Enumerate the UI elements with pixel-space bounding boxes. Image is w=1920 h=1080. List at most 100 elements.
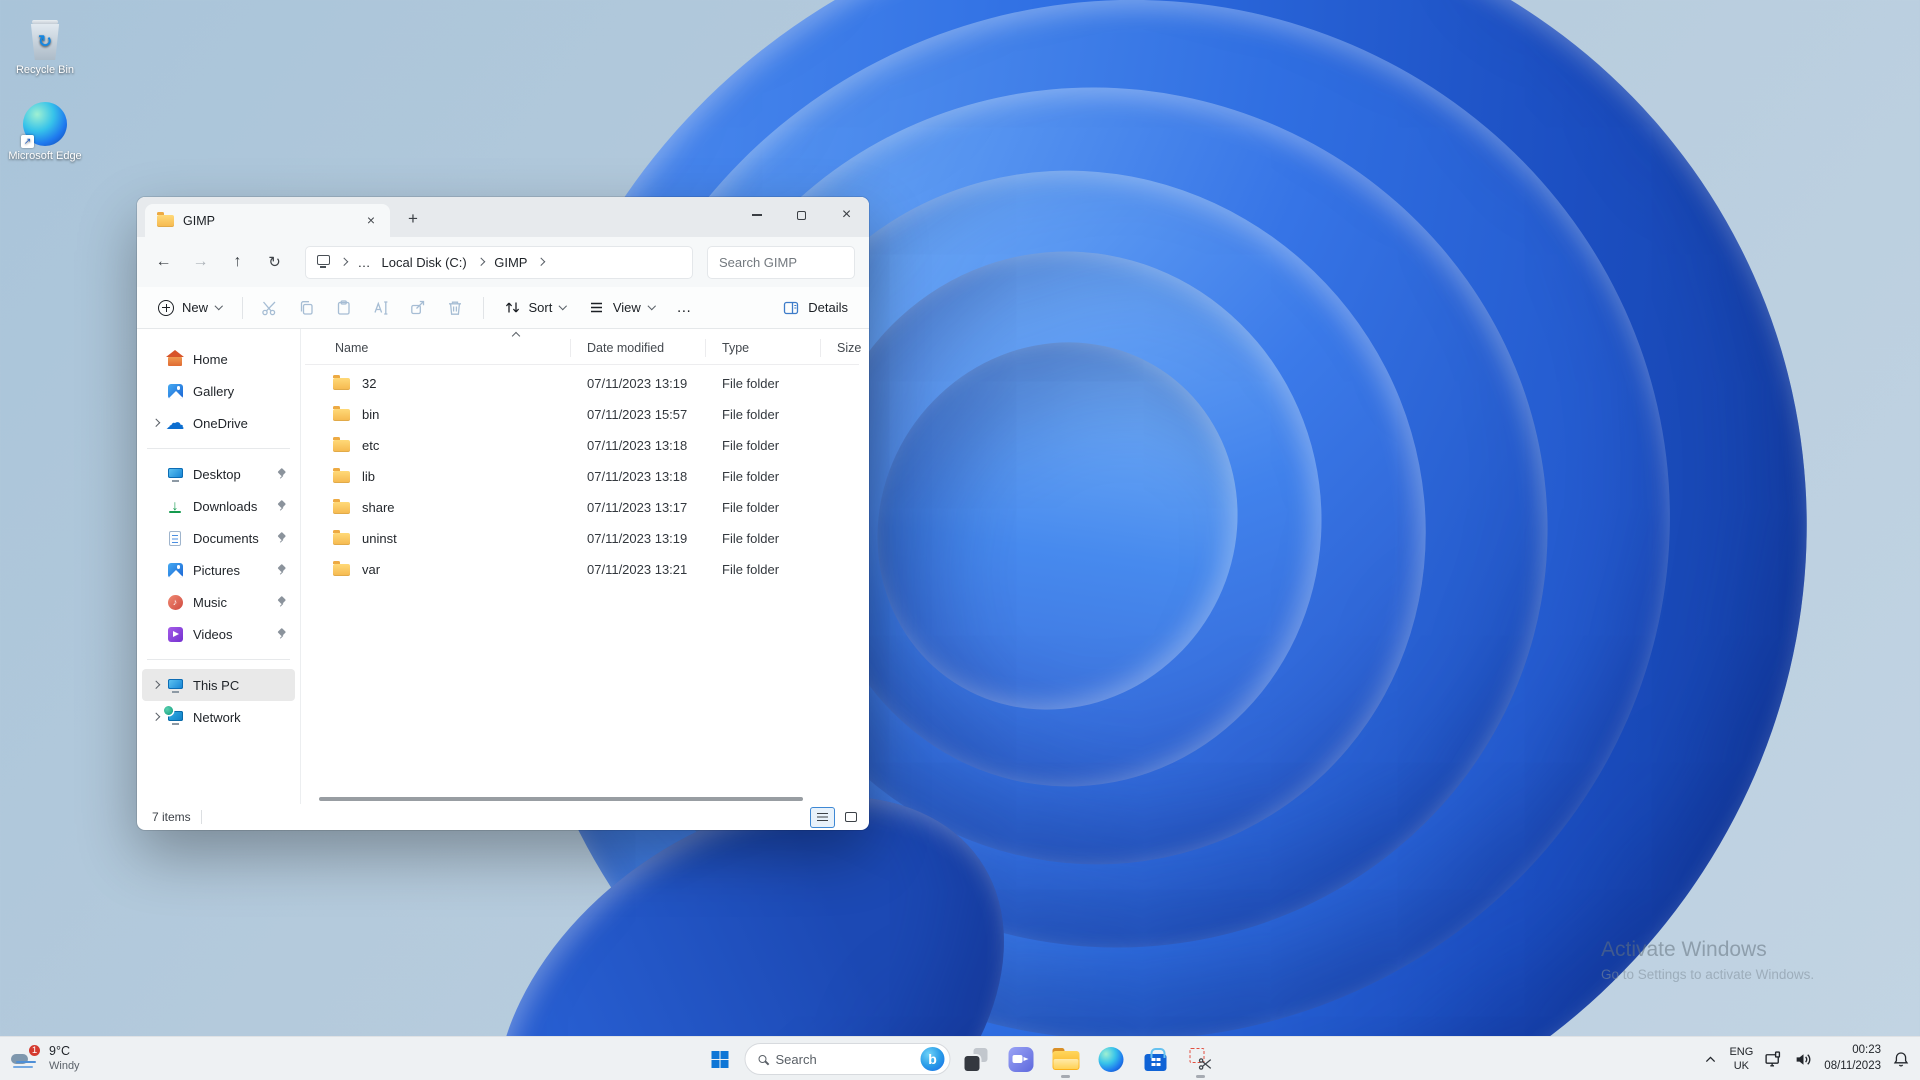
file-type: File folder [722, 438, 780, 453]
sidebar-item-home[interactable]: Home [142, 343, 295, 375]
breadcrumb-overflow[interactable]: … [358, 255, 371, 270]
sidebar-item-onedrive[interactable]: OneDrive [142, 407, 295, 439]
chevron-right-icon[interactable] [148, 713, 163, 721]
weather-condition: Windy [49, 1059, 80, 1072]
store-button[interactable] [1136, 1039, 1176, 1079]
file-explorer-button[interactable] [1046, 1039, 1086, 1079]
maximize-button[interactable] [779, 197, 824, 233]
close-button[interactable]: × [824, 197, 869, 233]
pin-icon [276, 597, 287, 608]
folder-icon [333, 468, 350, 483]
chevron-right-icon[interactable] [148, 419, 163, 427]
minimize-button[interactable] [734, 197, 779, 233]
pin-icon [276, 565, 287, 576]
chat-button[interactable] [1001, 1039, 1041, 1079]
task-view-button[interactable] [956, 1039, 996, 1079]
sidebar-item-label: Music [193, 594, 227, 610]
file-name: etc [362, 438, 380, 453]
sidebar-item-network[interactable]: Network [142, 701, 295, 733]
file-name-cell: lib [319, 468, 571, 484]
windows-logo-icon [711, 1050, 728, 1068]
file-row[interactable]: var 07/11/2023 13:21 File folder [305, 554, 859, 585]
music-icon [163, 594, 187, 610]
new-tab-button[interactable]: + [400, 207, 426, 233]
details-view-toggle[interactable] [810, 806, 835, 828]
horizontal-scrollbar[interactable] [319, 797, 803, 801]
taskbar-search-box[interactable]: Search b [744, 1043, 951, 1075]
home-icon [165, 350, 184, 366]
notifications-bell-icon[interactable] [1892, 1050, 1910, 1068]
desktop-icon-microsoft-edge[interactable]: ↗ Microsoft Edge [6, 98, 84, 162]
hidden-icons-chevron[interactable] [1703, 1052, 1718, 1067]
sidebar-item-gallery[interactable]: Gallery [142, 375, 295, 407]
more-options-button[interactable]: … [665, 291, 703, 324]
address-bar[interactable]: … Local Disk (C:) GIMP [305, 245, 693, 279]
rename-button[interactable] [363, 291, 400, 324]
file-name: uninst [362, 531, 397, 546]
forward-button[interactable]: → [184, 246, 217, 279]
file-list-pane: Name Date modified Type Size 32 07/11/202… [301, 329, 869, 804]
edge-button[interactable] [1091, 1039, 1131, 1079]
item-count: 7 items [152, 810, 191, 824]
column-header-size[interactable]: Size [821, 339, 869, 357]
file-type: File folder [722, 500, 780, 515]
file-row[interactable]: lib 07/11/2023 13:18 File folder [305, 461, 859, 492]
share-button[interactable] [400, 291, 437, 324]
breadcrumb-item[interactable]: Local Disk (C:) [382, 255, 467, 270]
tab-close-icon[interactable]: × [360, 210, 382, 232]
refresh-button[interactable]: ↻ [258, 246, 291, 279]
sidebar-item-label: Documents [193, 530, 259, 546]
sidebar-item-this-pc[interactable]: This PC [142, 669, 295, 701]
sidebar-item-desktop[interactable]: Desktop [142, 458, 295, 490]
weather-widget[interactable]: 1 9°C Windy [10, 1037, 80, 1080]
column-header-name[interactable]: Name [319, 338, 571, 357]
copy-button[interactable] [289, 291, 326, 324]
tab-title: GIMP [183, 213, 215, 228]
volume-icon[interactable] [1794, 1050, 1813, 1069]
view-button[interactable]: View [577, 291, 665, 324]
network-icon [163, 706, 187, 725]
sidebar-item-music[interactable]: Music [142, 586, 295, 618]
desktop-icon-label: Microsoft Edge [8, 150, 82, 162]
videos-icon [163, 626, 187, 642]
column-header-type[interactable]: Type [706, 338, 821, 357]
sidebar-item-pictures[interactable]: Pictures [142, 554, 295, 586]
chevron-down-icon [214, 302, 223, 310]
chevron-right-icon[interactable] [148, 681, 163, 689]
file-name: lib [362, 469, 376, 484]
clock[interactable]: 00:23 08/11/2023 [1824, 1043, 1881, 1074]
file-name: share [362, 500, 395, 515]
file-row[interactable]: 32 07/11/2023 13:19 File folder [305, 368, 859, 399]
new-button[interactable]: New [147, 291, 233, 324]
delete-button[interactable] [437, 291, 474, 324]
cut-button[interactable] [252, 291, 289, 324]
tab-gimp[interactable]: GIMP × [145, 204, 390, 237]
paste-button[interactable] [326, 291, 363, 324]
up-button[interactable]: ↑ [221, 246, 254, 279]
breadcrumb-item[interactable]: GIMP [494, 255, 527, 270]
file-row[interactable]: etc 07/11/2023 13:18 File folder [305, 430, 859, 461]
documents-icon [163, 530, 187, 546]
desktop-icon-recycle-bin[interactable]: ↻ Recycle Bin [6, 12, 84, 76]
sidebar-item-documents[interactable]: Documents [142, 522, 295, 554]
sidebar-item-label: Downloads [193, 498, 258, 514]
details-button[interactable]: Details [771, 291, 859, 324]
file-row[interactable]: share 07/11/2023 13:17 File folder [305, 492, 859, 523]
sidebar-item-label: Desktop [193, 466, 241, 482]
file-row[interactable]: bin 07/11/2023 15:57 File folder [305, 399, 859, 430]
thumbnail-view-toggle[interactable] [838, 807, 863, 828]
chevron-right-icon [151, 681, 160, 689]
sidebar-item-videos[interactable]: Videos [142, 618, 295, 650]
snipping-tool-button[interactable] [1181, 1039, 1221, 1079]
back-button[interactable]: ← [147, 246, 180, 279]
column-header-date-modified[interactable]: Date modified [571, 338, 706, 357]
sidebar-item-downloads[interactable]: Downloads [142, 490, 295, 522]
sort-button[interactable]: Sort [493, 291, 577, 324]
bloom-petal [804, 242, 1331, 796]
network-icon[interactable] [1764, 1050, 1783, 1069]
start-button[interactable] [700, 1039, 740, 1079]
desktop-icon [163, 467, 187, 482]
file-row[interactable]: uninst 07/11/2023 13:19 File folder [305, 523, 859, 554]
search-box[interactable]: Search GIMP [707, 245, 855, 279]
language-indicator[interactable]: ENG UK [1729, 1045, 1753, 1074]
